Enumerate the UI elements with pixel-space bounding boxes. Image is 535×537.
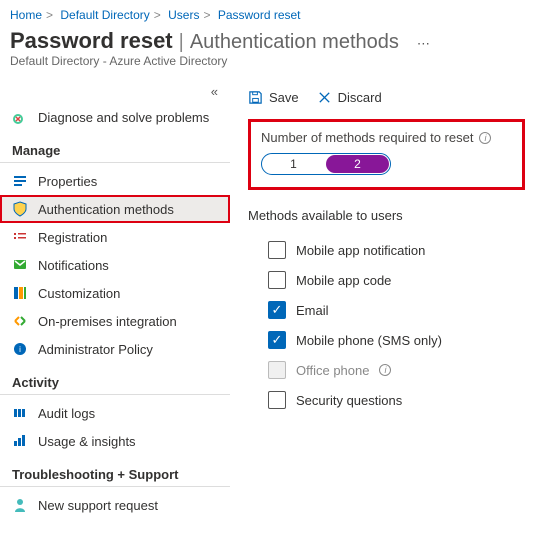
sidebar-item-usage[interactable]: Usage & insights <box>0 427 230 455</box>
collapse-sidebar-icon[interactable]: « <box>0 84 230 103</box>
notifications-icon <box>12 257 28 273</box>
crumb-users[interactable]: Users <box>168 8 199 22</box>
breadcrumb: Home> Default Directory> Users> Password… <box>0 0 535 26</box>
method-label: Email <box>296 303 329 318</box>
sidebar: « Diagnose and solve problems Manage Pro… <box>0 78 230 519</box>
page-title-row: Password reset | Authentication methods … <box>0 26 535 54</box>
save-icon <box>248 90 263 105</box>
sidebar-section-activity: Activity <box>0 363 230 395</box>
sidebar-label: On-premises integration <box>38 314 177 329</box>
method-label: Mobile app code <box>296 273 391 288</box>
sidebar-label: Properties <box>38 174 97 189</box>
admin-icon: i <box>12 341 28 357</box>
method-label: Security questions <box>296 393 402 408</box>
toggle-option-2[interactable]: 2 <box>326 155 389 173</box>
page-title: Password reset <box>10 28 173 54</box>
properties-icon <box>12 173 28 189</box>
methods-required-label: Number of methods required to reset <box>261 130 473 145</box>
method-app-notif[interactable]: Mobile app notification <box>248 235 525 265</box>
sidebar-item-admin-policy[interactable]: i Administrator Policy <box>0 335 230 363</box>
sidebar-label: Authentication methods <box>38 202 174 217</box>
customization-icon <box>12 285 28 301</box>
sidebar-section-manage: Manage <box>0 131 230 163</box>
page-subtitle: Authentication methods <box>190 31 399 54</box>
save-label: Save <box>269 90 299 105</box>
page-description: Default Directory - Azure Active Directo… <box>0 54 535 78</box>
sidebar-label: Audit logs <box>38 406 95 421</box>
diagnose-icon <box>12 109 28 125</box>
checkbox[interactable] <box>268 271 286 289</box>
audit-icon <box>12 405 28 421</box>
sidebar-label: Usage & insights <box>38 434 136 449</box>
method-secq[interactable]: Security questions <box>248 385 525 415</box>
more-icon[interactable]: ⋯ <box>417 36 430 52</box>
support-icon <box>12 497 28 513</box>
method-office: Office phone i <box>248 355 525 385</box>
sidebar-label: Diagnose and solve problems <box>38 110 209 125</box>
method-label: Mobile phone (SMS only) <box>296 333 442 348</box>
sidebar-item-properties[interactable]: Properties <box>0 167 230 195</box>
crumb-pwreset[interactable]: Password reset <box>218 8 301 22</box>
methods-required-section: Number of methods required to reset i 1 … <box>248 119 525 190</box>
checkbox[interactable] <box>268 391 286 409</box>
sidebar-item-auth-methods[interactable]: Authentication methods <box>0 195 230 223</box>
methods-required-toggle[interactable]: 1 2 <box>261 153 391 175</box>
checkbox-disabled <box>268 361 286 379</box>
toggle-option-1[interactable]: 1 <box>262 154 325 174</box>
crumb-dir[interactable]: Default Directory <box>60 8 149 22</box>
main-content: Save Discard Number of methods required … <box>230 78 535 519</box>
checkbox[interactable] <box>268 241 286 259</box>
onprem-icon <box>12 313 28 329</box>
discard-icon <box>317 90 332 105</box>
crumb-home[interactable]: Home <box>10 8 42 22</box>
save-button[interactable]: Save <box>248 90 299 105</box>
sidebar-label: Notifications <box>38 258 109 273</box>
method-label: Mobile app notification <box>296 243 425 258</box>
sidebar-item-registration[interactable]: Registration <box>0 223 230 251</box>
sidebar-item-audit[interactable]: Audit logs <box>0 399 230 427</box>
sidebar-label: Administrator Policy <box>38 342 153 357</box>
sidebar-item-support[interactable]: New support request <box>0 491 230 519</box>
info-icon[interactable]: i <box>379 364 391 376</box>
sidebar-label: Customization <box>38 286 120 301</box>
discard-label: Discard <box>338 90 382 105</box>
registration-icon <box>12 229 28 245</box>
method-label: Office phone <box>296 363 369 378</box>
usage-icon <box>12 433 28 449</box>
sidebar-label: Registration <box>38 230 107 245</box>
sidebar-item-diagnose[interactable]: Diagnose and solve problems <box>0 103 230 131</box>
discard-button[interactable]: Discard <box>317 90 382 105</box>
sidebar-label: New support request <box>38 498 158 513</box>
method-email[interactable]: ✓ Email <box>248 295 525 325</box>
svg-text:i: i <box>19 345 21 354</box>
methods-available-label: Methods available to users <box>248 208 525 223</box>
sidebar-section-trouble: Troubleshooting + Support <box>0 455 230 487</box>
checkbox-checked[interactable]: ✓ <box>268 331 286 349</box>
sidebar-item-notifications[interactable]: Notifications <box>0 251 230 279</box>
info-icon[interactable]: i <box>479 132 491 144</box>
toolbar: Save Discard <box>248 84 525 119</box>
shield-icon <box>12 201 28 217</box>
sidebar-item-customization[interactable]: Customization <box>0 279 230 307</box>
method-app-code[interactable]: Mobile app code <box>248 265 525 295</box>
checkbox-checked[interactable]: ✓ <box>268 301 286 319</box>
sidebar-item-onprem[interactable]: On-premises integration <box>0 307 230 335</box>
method-sms[interactable]: ✓ Mobile phone (SMS only) <box>248 325 525 355</box>
